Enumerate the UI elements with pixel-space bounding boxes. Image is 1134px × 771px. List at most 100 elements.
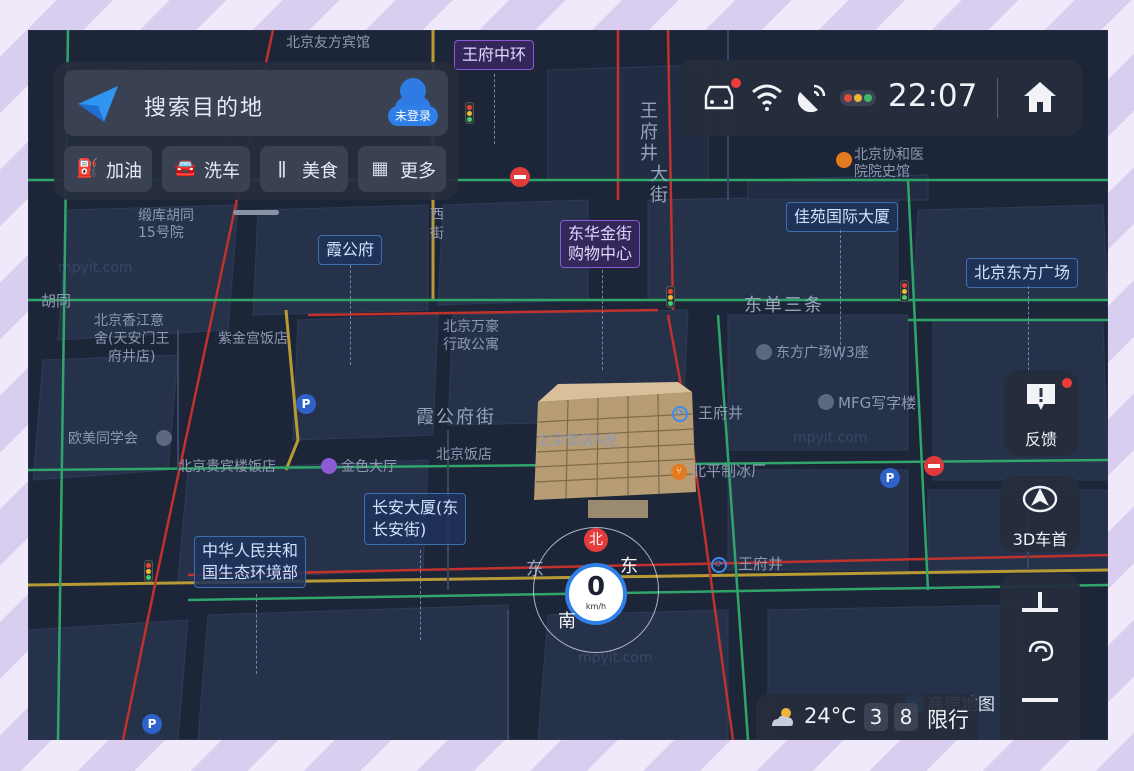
zoom-out-button[interactable] [1000,682,1080,722]
grid-icon: ▦ [371,158,389,179]
speed-value: 0 [586,572,606,602]
no-entry-icon[interactable] [924,456,944,476]
notification-dot [1062,378,1072,388]
gps-signal-icon [797,84,826,113]
view-mode-button[interactable]: 3D车首 [1000,476,1080,552]
street-label: 大 [650,164,670,185]
user-avatar-button[interactable]: 未登录 [388,78,438,128]
street-label: 井 [640,143,660,164]
place-label: 欧美同学会 [68,431,138,447]
place-label: MFG写字楼 [838,394,917,412]
search-panel: 搜索目的地 未登录 ⛽ 加油 🚘 洗车 ǁ 美食 ▦ 更多 [54,62,458,200]
zoom-controls [1000,574,1080,740]
poi-label-wangfu-center[interactable]: 王府中环 [454,40,535,70]
poi-label-xiagongfu[interactable]: 霞公府 [318,235,383,265]
street-label: 府 [640,122,660,143]
leader-line [602,270,603,370]
panel-drag-handle[interactable] [233,210,279,215]
watermark: mpyit.com [58,260,133,276]
poi-label-dongfang-plaza[interactable]: 北京东方广场 [966,258,1079,288]
poi-label-ministry[interactable]: 中华人民共和 国生态环境部 [194,536,307,588]
place-label: 紫金宫饭店 [218,331,288,347]
compass-east: 东 [620,556,638,577]
view-mode-label: 3D车首 [1012,530,1068,549]
traffic-light-status-icon [840,90,876,106]
poi-label-line: 长安街) [372,520,427,539]
quick-more-label: 更多 [400,161,436,182]
parking-icon[interactable]: P [142,714,162,734]
feedback-icon [1027,384,1055,410]
minus-icon [1022,698,1058,702]
car-wash-icon: 🚘 [174,158,197,179]
traffic-light-icon [144,560,153,582]
place-label: 15号院 [138,225,184,241]
watermark: mpyit.com [793,430,868,446]
metro-icon[interactable]: ⟳ [672,406,688,422]
place-label: 行政公寓 [443,337,499,353]
clock: 22:07 [888,78,978,114]
feedback-label: 反馈 [1024,430,1057,449]
divider [997,78,998,118]
speed-unit: km/h [585,602,607,611]
quick-carwash-button[interactable]: 🚘 洗车 [162,146,250,192]
parking-icon[interactable]: P [296,394,316,414]
poi-label-line: 购物中心 [568,244,633,263]
place-label: 府井店) [108,349,156,365]
fuel-icon: ⛽ [76,158,99,179]
feedback-button[interactable]: 反馈 [1004,370,1078,456]
place-label: 舍(天安门王 [94,331,170,347]
place-label: 金色大厅 [341,459,397,475]
metro-icon[interactable]: ⟳ [711,557,727,573]
leader-line [256,594,257,674]
place-label: 北京香江意 [94,313,164,329]
place-label: 北京友方宾馆 [286,35,370,51]
poi-label-line: 国生态环境部 [202,563,299,582]
museum-pin-icon[interactable] [836,152,852,168]
quick-fuel-button[interactable]: ⛽ 加油 [64,146,152,192]
traffic-layer-icon[interactable] [1026,638,1056,664]
poi-pin-icon[interactable] [818,394,834,410]
quick-food-button[interactable]: ǁ 美食 [260,146,348,192]
poi-pin-icon[interactable] [756,344,772,360]
north-indicator: 北 [584,528,608,552]
leader-line [494,74,495,144]
plus-icon-stem [1038,592,1042,612]
restriction-digit: 3 [864,703,888,731]
restaurant-pin-icon[interactable]: ⑂ [671,464,687,480]
hotel-pin-icon[interactable] [321,458,337,474]
place-label: 北京饭店A座 [538,433,618,449]
search-input[interactable]: 搜索目的地 未登录 [64,70,448,136]
poi-label-line: 中华人民共和 [202,541,299,560]
place-label: 北京饭店 [436,447,492,463]
traffic-light-icon [666,286,675,308]
restriction-label: 限行 [927,708,969,732]
poi-label-line: 长安大厦(东 [372,498,459,517]
poi-label-changan[interactable]: 长安大厦(东 长安街) [364,493,467,545]
no-entry-icon[interactable] [510,167,530,187]
home-icon[interactable] [1022,80,1058,114]
weather-widget[interactable]: 24°C 3 8 限行 [756,694,978,740]
leader-line [840,230,841,360]
parking-icon[interactable]: P [880,468,900,488]
poi-label-dongxia-mall[interactable]: 东华金街 购物中心 [560,220,641,268]
place-label: 街 [430,226,444,242]
zoom-in-button[interactable] [1000,588,1080,628]
notification-dot [731,78,741,88]
street-label: 王 [640,101,660,122]
quick-more-button[interactable]: ▦ 更多 [358,146,446,192]
traffic-light-icon [465,102,474,124]
metro-label: 王府井 [698,404,744,422]
poi-pin-icon[interactable] [156,430,172,446]
navigation-arrow-icon [78,86,118,122]
place-label: 院院史馆 [854,164,910,180]
street-label: 街 [650,185,670,206]
place-label: 东方广场W3座 [776,345,869,361]
search-placeholder: 搜索目的地 [144,96,265,121]
leader-line [350,265,351,365]
metro-label: 王府井 [738,555,784,573]
poi-label-line: 东华金街 [568,224,633,243]
leader-line [420,550,421,640]
restriction-digit: 8 [894,703,918,731]
place-label: 北平制冰厂 [691,462,767,480]
poi-label-jiayuan[interactable]: 佳苑国际大厦 [786,202,899,232]
